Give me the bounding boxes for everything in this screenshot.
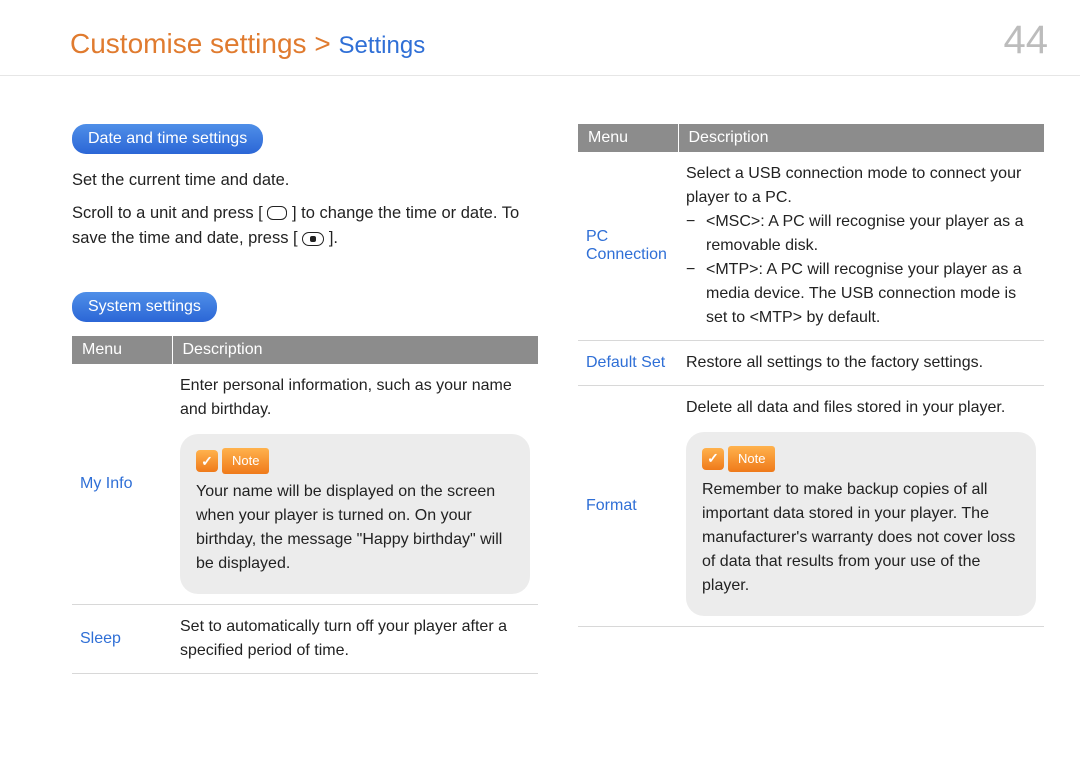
th-menu: Menu (578, 124, 678, 152)
desc-format: Delete all data and files stored in your… (678, 386, 1044, 627)
breadcrumb-main: Customise settings (70, 28, 307, 59)
page-number: 44 (1004, 18, 1057, 63)
table-row: Format Delete all data and files stored … (578, 386, 1044, 627)
dash-icon: − (686, 210, 698, 258)
system-settings-table-right: Menu Description PC Connection Select a … (578, 124, 1044, 627)
menu-name-defaultset: Default Set (578, 341, 678, 386)
right-column: Menu Description PC Connection Select a … (578, 124, 1044, 674)
text-frag: ]. (329, 229, 338, 247)
system-settings-table: Menu Description My Info Enter personal … (72, 336, 538, 674)
datetime-desc-1: Set the current time and date. (72, 168, 538, 193)
desc-pcconn: Select a USB connection mode to connect … (678, 152, 1044, 341)
menu-name-pcconn: PC Connection (578, 152, 678, 341)
note-box: ✓ Note Remember to make backup copies of… (686, 432, 1036, 616)
direction-button-icon (267, 206, 287, 220)
breadcrumb: Customise settings > Settings (70, 28, 425, 60)
section-title-datetime: Date and time settings (72, 124, 263, 154)
left-column: Date and time settings Set the current t… (72, 124, 538, 674)
text-frag: Scroll to a unit and press [ (72, 204, 263, 222)
table-row: Default Set Restore all settings to the … (578, 341, 1044, 386)
content-columns: Date and time settings Set the current t… (0, 76, 1080, 674)
datetime-desc-2: Scroll to a unit and press [ ] to change… (72, 201, 538, 251)
note-body: Your name will be displayed on the scree… (196, 480, 514, 576)
th-description: Description (678, 124, 1044, 152)
menu-name-format: Format (578, 386, 678, 627)
check-icon: ✓ (196, 450, 218, 472)
desc-sleep: Set to automatically turn off your playe… (172, 604, 538, 673)
note-label: Note (222, 448, 269, 474)
breadcrumb-sep: > (314, 28, 330, 59)
th-menu: Menu (72, 336, 172, 364)
dash-icon: − (686, 258, 698, 330)
bullet-text: <MSC>: A PC will recognise your player a… (706, 210, 1036, 258)
bullet-text: <MTP>: A PC will recognise your player a… (706, 258, 1036, 330)
note-box: ✓ Note Your name will be displayed on th… (180, 434, 530, 594)
th-description: Description (172, 336, 538, 364)
select-button-icon (302, 232, 324, 246)
section-title-system: System settings (72, 292, 217, 322)
note-body: Remember to make backup copies of all im… (702, 478, 1020, 598)
page-header: Customise settings > Settings 44 (0, 0, 1080, 76)
bullet-item: − <MSC>: A PC will recognise your player… (686, 210, 1036, 258)
desc-text: Enter personal information, such as your… (180, 374, 530, 422)
menu-name-myinfo: My Info (72, 364, 172, 604)
desc-defaultset: Restore all settings to the factory sett… (678, 341, 1044, 386)
table-row: PC Connection Select a USB connection mo… (578, 152, 1044, 341)
note-label: Note (728, 446, 775, 472)
check-icon: ✓ (702, 448, 724, 470)
menu-name-sleep: Sleep (72, 604, 172, 673)
bullet-item: − <MTP>: A PC will recognise your player… (686, 258, 1036, 330)
table-row: Sleep Set to automatically turn off your… (72, 604, 538, 673)
desc-myinfo: Enter personal information, such as your… (172, 364, 538, 604)
desc-text: Delete all data and files stored in your… (686, 396, 1036, 420)
note-header: ✓ Note (702, 446, 1020, 472)
desc-text: Select a USB connection mode to connect … (686, 162, 1036, 210)
note-header: ✓ Note (196, 448, 514, 474)
breadcrumb-sub: Settings (338, 32, 425, 59)
table-row: My Info Enter personal information, such… (72, 364, 538, 604)
